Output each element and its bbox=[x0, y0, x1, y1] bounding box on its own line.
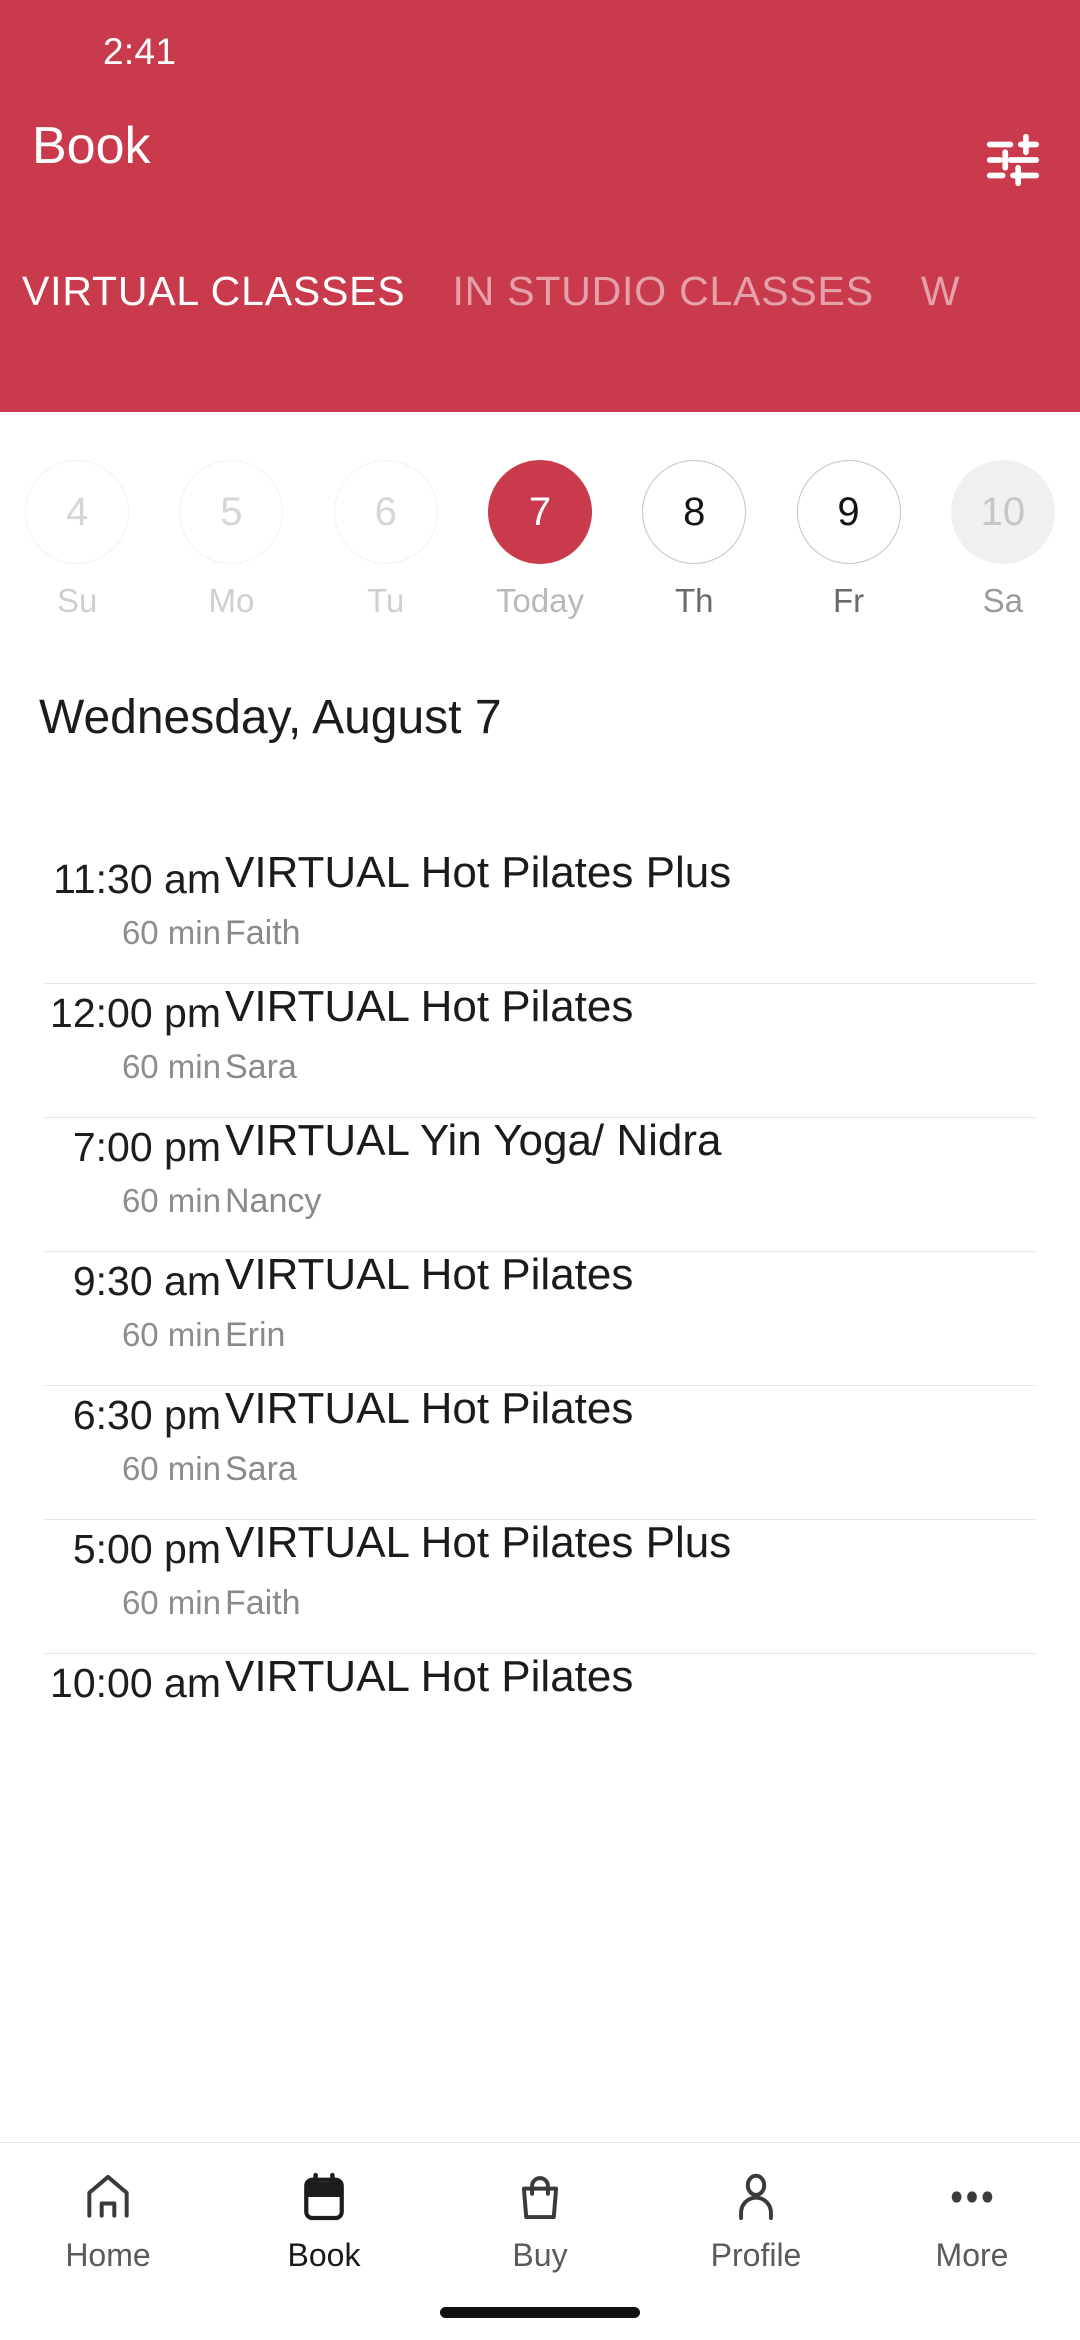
class-row[interactable]: 9:30 am 60 min VIRTUAL Hot Pilates Erin bbox=[0, 1250, 1080, 1386]
class-instructor: Faith bbox=[225, 914, 301, 952]
date-weekday-label: Fr bbox=[832, 582, 865, 619]
date-weekday-label: Sa bbox=[982, 582, 1024, 619]
class-row[interactable]: 10:00 am VIRTUAL Hot Pilates bbox=[0, 1652, 1080, 1788]
class-time: 10:00 am bbox=[50, 1660, 221, 1706]
class-row[interactable]: 5:00 pm 60 min VIRTUAL Hot Pilates Plus Fai… bbox=[0, 1518, 1080, 1654]
app-header: 2:41 Book VIRTUAL CLASSES IN STUDIO CLAS… bbox=[0, 0, 1080, 412]
nav-item-book[interactable]: Book bbox=[216, 2143, 432, 2340]
tab-in-studio-classes[interactable]: IN STUDIO CLASSES bbox=[452, 268, 897, 315]
date-cell-8[interactable]: 8 Th bbox=[642, 460, 747, 620]
date-cell-7[interactable]: 7 Today bbox=[487, 460, 592, 620]
bag-icon bbox=[512, 2165, 568, 2229]
date-circle: 6 bbox=[333, 460, 438, 564]
class-name: VIRTUAL Hot Pilates bbox=[225, 982, 634, 1031]
date-circle: 7 bbox=[487, 460, 592, 564]
tune-icon bbox=[982, 129, 1044, 191]
nav-item-more[interactable]: More bbox=[864, 2143, 1080, 2340]
class-duration: 60 min bbox=[121, 1316, 221, 1353]
class-row[interactable]: 7:00 pm 60 min VIRTUAL Yin Yoga/ Nidra Nanc… bbox=[0, 1116, 1080, 1252]
class-time: 11:30 am bbox=[53, 856, 221, 902]
page-title: Book bbox=[32, 117, 151, 175]
date-weekday-label: Mo bbox=[208, 582, 255, 619]
date-circle: 5 bbox=[179, 460, 284, 564]
class-instructor: Sara bbox=[225, 1450, 297, 1488]
person-icon bbox=[728, 2165, 784, 2229]
tab-virtual-classes[interactable]: VIRTUAL CLASSES bbox=[22, 268, 429, 315]
class-time: 7:00 pm bbox=[72, 1124, 221, 1170]
date-cell-5[interactable]: 5 Mo bbox=[179, 460, 284, 620]
class-duration: 60 min bbox=[121, 914, 221, 951]
class-name: VIRTUAL Hot Pilates Plus bbox=[225, 850, 732, 897]
class-instructor: Nancy bbox=[225, 1182, 322, 1220]
class-instructor: Erin bbox=[225, 1316, 286, 1354]
date-weekday-label: Today bbox=[495, 582, 585, 619]
class-type-tabs[interactable]: VIRTUAL CLASSES IN STUDIO CLASSES W bbox=[0, 268, 1080, 358]
status-bar: 2:41 bbox=[0, 0, 1080, 96]
class-name: VIRTUAL Hot Pilates Plus bbox=[225, 1518, 732, 1567]
nav-item-label: Buy bbox=[512, 2237, 568, 2273]
class-row[interactable]: 6:30 pm 60 min VIRTUAL Hot Pilates Sara bbox=[0, 1384, 1080, 1520]
app-screen: 2:41 Book VIRTUAL CLASSES IN STUDIO CLAS… bbox=[0, 0, 1080, 2340]
home-indicator bbox=[440, 2307, 640, 2318]
nav-item-label: More bbox=[935, 2237, 1009, 2273]
class-duration: 60 min bbox=[121, 1450, 221, 1487]
class-instructor: Faith bbox=[225, 1584, 301, 1622]
nav-item-label: Book bbox=[287, 2237, 361, 2273]
date-weekday-label: Th bbox=[675, 582, 714, 619]
date-cell-9[interactable]: 9 Fr bbox=[796, 460, 901, 620]
home-icon bbox=[80, 2165, 136, 2229]
class-time: 12:00 pm bbox=[50, 990, 221, 1036]
app-bar: Book bbox=[0, 96, 1080, 224]
class-schedule-list[interactable]: 11:30 am 60 min VIRTUAL Hot Pilates Plus Fa… bbox=[0, 850, 1080, 2142]
class-duration: 60 min bbox=[121, 1048, 221, 1085]
nav-item-label: Profile bbox=[710, 2237, 802, 2273]
date-cell-6[interactable]: 6 Tu bbox=[333, 460, 438, 620]
class-name: VIRTUAL Yin Yoga/ Nidra bbox=[225, 1116, 722, 1165]
class-row[interactable]: 12:00 pm 60 min VIRTUAL Hot Pilates Sara bbox=[0, 982, 1080, 1118]
class-time: 9:30 am bbox=[72, 1258, 221, 1304]
date-weekday-label: Su bbox=[56, 582, 98, 619]
date-circle: 8 bbox=[642, 460, 747, 564]
date-cell-10[interactable]: 10 Sa bbox=[950, 460, 1055, 620]
class-name: VIRTUAL Hot Pilates bbox=[225, 1250, 634, 1299]
nav-item-label: Home bbox=[65, 2237, 151, 2273]
date-weekday-label: Tu bbox=[367, 582, 405, 619]
class-name: VIRTUAL Hot Pilates bbox=[225, 1652, 634, 1701]
nav-item-home[interactable]: Home bbox=[0, 2143, 216, 2340]
class-name: VIRTUAL Hot Pilates bbox=[225, 1384, 634, 1433]
filter-button[interactable] bbox=[971, 118, 1055, 202]
tab-overflow[interactable]: W bbox=[921, 268, 985, 315]
date-selector[interactable]: 4 Su 5 Mo 6 Tu 7 Today 8 Th 9 Fr 10 Sa bbox=[0, 412, 1080, 680]
class-time: 6:30 pm bbox=[72, 1392, 221, 1438]
ellipsis-icon bbox=[944, 2165, 1000, 2229]
class-row[interactable]: 11:30 am 60 min VIRTUAL Hot Pilates Plus Fa… bbox=[0, 850, 1080, 984]
date-cell-4[interactable]: 4 Su bbox=[25, 460, 130, 620]
date-circle: 10 bbox=[950, 460, 1055, 564]
calendar-icon bbox=[296, 2165, 352, 2229]
date-circle: 9 bbox=[796, 460, 901, 564]
date-circle: 4 bbox=[25, 460, 130, 564]
class-time: 5:00 pm bbox=[72, 1526, 221, 1572]
selected-day-heading: Wednesday, August 7 bbox=[39, 691, 502, 744]
nav-item-profile[interactable]: Profile bbox=[648, 2143, 864, 2340]
class-duration: 60 min bbox=[121, 1182, 221, 1219]
class-instructor: Sara bbox=[225, 1048, 297, 1086]
class-duration: 60 min bbox=[121, 1584, 221, 1621]
status-bar-clock: 2:41 bbox=[103, 31, 177, 72]
